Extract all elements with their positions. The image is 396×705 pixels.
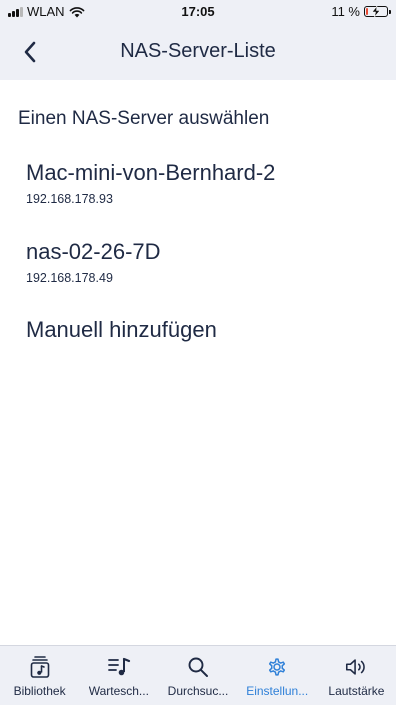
tab-library[interactable]: Bibliothek (0, 646, 79, 705)
battery-percent-label: 11 % (331, 4, 360, 19)
screen: WLAN 17:05 11 % NAS-Server-Liste Einen N… (0, 0, 396, 705)
tab-volume[interactable]: Lautstärke (317, 646, 396, 705)
section-heading: Einen NAS-Server auswählen (18, 108, 270, 129)
server-item-mac-mini[interactable]: Mac-mini-von-Bernhard-2 192.168.178.93 (26, 160, 376, 206)
battery-icon (364, 6, 391, 17)
server-name: nas-02-26-7D (26, 239, 161, 264)
navigation-bar: NAS-Server-Liste (0, 30, 396, 74)
tab-label: Einstellun... (246, 684, 309, 698)
tab-search[interactable]: Durchsuc... (158, 646, 237, 705)
queue-icon (107, 655, 131, 679)
manual-add-button[interactable]: Manuell hinzufügen (26, 317, 217, 343)
server-ip: 192.168.178.93 (26, 192, 113, 206)
status-bar: WLAN 17:05 11 % (0, 0, 396, 22)
tab-label: Lautstärke (328, 684, 385, 698)
gear-icon (265, 655, 289, 679)
tab-queue[interactable]: Wartesch... (79, 646, 158, 705)
page-title: NAS-Server-Liste (120, 40, 276, 62)
header: WLAN 17:05 11 % NAS-Server-Liste (0, 0, 396, 80)
tab-settings[interactable]: Einstellun... (238, 646, 317, 705)
search-icon (186, 655, 210, 679)
battery-fill (366, 8, 368, 15)
status-right: 11 % (331, 4, 391, 19)
tab-bar: Bibliothek Wartesch... Durchsuc... Einst… (0, 645, 396, 705)
tab-label: Bibliothek (13, 684, 66, 698)
speaker-icon (344, 655, 368, 679)
tab-label: Durchsuc... (167, 684, 229, 698)
tab-label: Wartesch... (88, 684, 149, 698)
server-item-nas[interactable]: nas-02-26-7D 192.168.178.49 (26, 239, 376, 285)
library-icon (28, 655, 52, 679)
charging-bolt-icon (371, 6, 381, 17)
server-name: Mac-mini-von-Bernhard-2 (26, 160, 276, 185)
server-ip: 192.168.178.49 (26, 271, 113, 285)
